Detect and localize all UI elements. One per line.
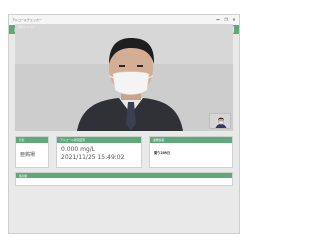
card-alcohol-result: アルコール測定結果 0.000 mg/L 2021/11/25 15:49:02 (56, 136, 142, 168)
driver-name: 亜鶏場 (20, 152, 36, 158)
self-view-image (210, 114, 230, 128)
notes-header: 備考欄 (16, 173, 232, 178)
camera-image (15, 24, 233, 131)
alcohol-value: 0.000 mg/L (61, 146, 96, 153)
restore-button[interactable]: ❐ (224, 18, 228, 22)
card-duty-info: 乗務情報 乗り289日 (149, 136, 233, 168)
card-name: 氏名 亜鶏場 (15, 136, 49, 168)
duty-info-value: 乗り289日 (154, 151, 171, 155)
call-status-label: 通話中 00:01 (18, 25, 35, 29)
video-header: 通話中 00:01 (15, 24, 233, 29)
minimize-button[interactable]: — (216, 18, 220, 22)
window-title: アルコールチェッカー (12, 18, 42, 22)
notes-panel[interactable]: 備考欄 (15, 172, 233, 186)
close-button[interactable]: ✕ (232, 18, 236, 22)
video-feed: 通話中 00:01 (15, 24, 233, 131)
window-controls: — ❐ ✕ (216, 18, 236, 22)
measurement-timestamp: 2021/11/25 15:49:02 (61, 154, 125, 161)
self-view-thumbnail[interactable] (209, 113, 231, 129)
